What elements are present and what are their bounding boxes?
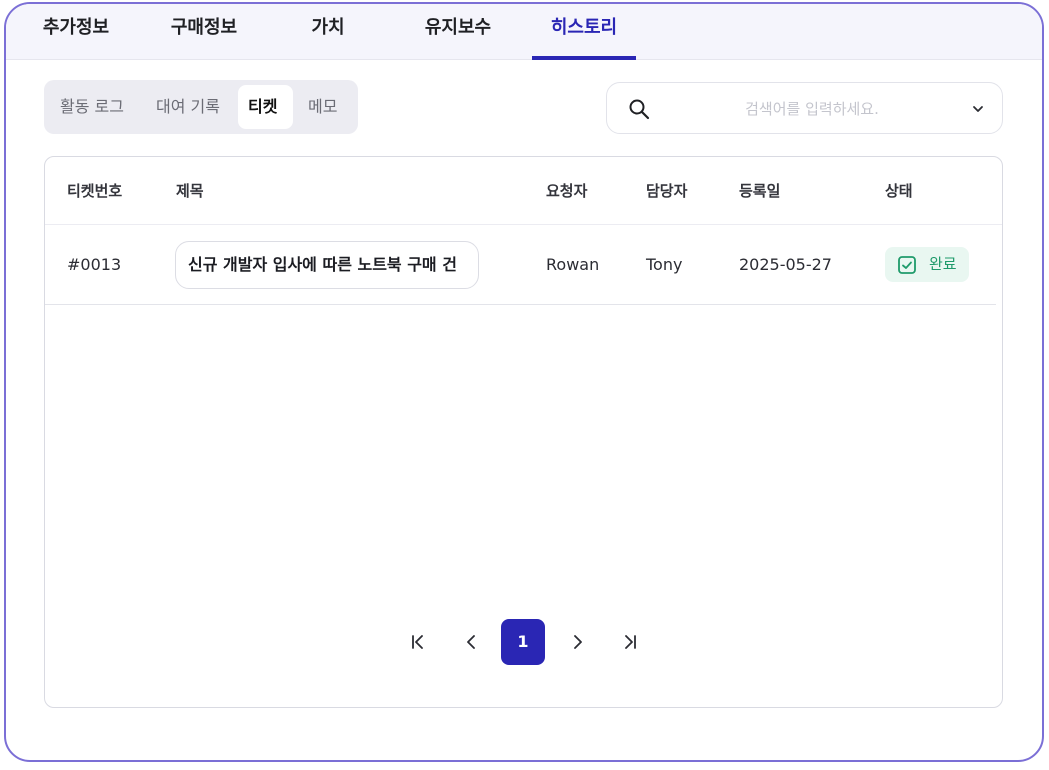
first-page-button[interactable] bbox=[396, 619, 440, 665]
cell-registered-date: 2025-05-27 bbox=[739, 255, 832, 274]
tab-value[interactable]: 가치 bbox=[288, 4, 368, 60]
col-requester: 요청자 bbox=[546, 182, 588, 200]
page-1-button[interactable]: 1 bbox=[501, 619, 545, 665]
top-tab-bar: 추가정보 구매정보 가치 유지보수 히스토리 bbox=[6, 4, 1042, 60]
next-page-button[interactable] bbox=[555, 619, 599, 665]
tab-purchase-info[interactable]: 구매정보 bbox=[154, 4, 254, 60]
cell-ticket-number: #0013 bbox=[67, 255, 122, 274]
status-label: 완료 bbox=[929, 255, 957, 273]
col-ticket-number: 티켓번호 bbox=[67, 182, 123, 200]
chevron-down-icon[interactable] bbox=[970, 101, 986, 117]
panel-frame: 추가정보 구매정보 가치 유지보수 히스토리 활동 로그 대여 기록 티켓 메모… bbox=[4, 2, 1044, 762]
status-badge: 완료 bbox=[885, 247, 969, 282]
subtab-ticket[interactable]: 티켓 bbox=[238, 85, 293, 129]
ticket-table: 티켓번호 제목 요청자 담당자 등록일 상태 #0013 신규 개발자 입사에 … bbox=[44, 156, 1003, 708]
col-assignee: 담당자 bbox=[646, 182, 688, 200]
last-page-icon bbox=[625, 635, 636, 649]
search-box[interactable] bbox=[606, 82, 1003, 134]
col-registered-date: 등록일 bbox=[739, 182, 781, 200]
tab-additional-info[interactable]: 추가정보 bbox=[26, 4, 126, 60]
table-header: 티켓번호 제목 요청자 담당자 등록일 상태 bbox=[45, 157, 1002, 225]
subtab-activity-log[interactable]: 활동 로그 bbox=[50, 85, 134, 129]
first-page-icon bbox=[412, 635, 423, 649]
subtab-memo[interactable]: 메모 bbox=[298, 85, 347, 129]
col-status: 상태 bbox=[885, 182, 913, 200]
tab-history[interactable]: 히스토리 bbox=[532, 4, 636, 60]
subtab-rental-history[interactable]: 대여 기록 bbox=[146, 85, 230, 129]
check-square-icon bbox=[898, 256, 916, 274]
sub-tab-group: 활동 로그 대여 기록 티켓 메모 bbox=[44, 80, 358, 134]
col-title: 제목 bbox=[176, 182, 204, 200]
last-page-button[interactable] bbox=[608, 619, 652, 665]
prev-page-icon bbox=[467, 635, 475, 649]
table-row[interactable]: #0013 신규 개발자 입사에 따른 노트북 구매 건 Rowan Tony … bbox=[45, 225, 996, 305]
cell-requester: Rowan bbox=[546, 255, 600, 274]
cell-title[interactable]: 신규 개발자 입사에 따른 노트북 구매 건 bbox=[175, 241, 479, 289]
search-input[interactable] bbox=[667, 93, 957, 125]
next-page-icon bbox=[574, 635, 582, 649]
cell-assignee: Tony bbox=[646, 255, 683, 274]
prev-page-button[interactable] bbox=[450, 619, 494, 665]
pagination: 1 bbox=[45, 619, 1002, 665]
search-icon bbox=[629, 99, 650, 120]
tab-maintenance[interactable]: 유지보수 bbox=[408, 4, 508, 60]
